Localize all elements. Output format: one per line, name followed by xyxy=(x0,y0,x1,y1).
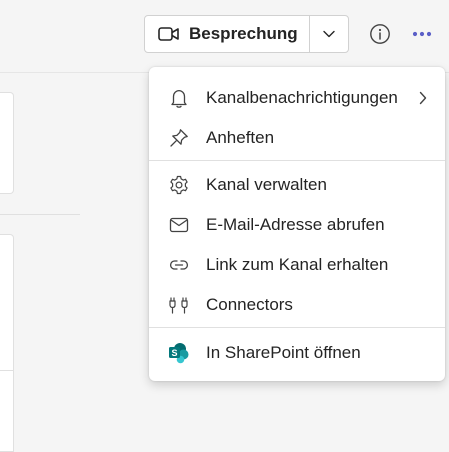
link-icon xyxy=(168,254,190,276)
meeting-split-button: Besprechung xyxy=(144,15,349,53)
menu-item-pin[interactable]: Anheften xyxy=(149,119,445,157)
menu-item-label: Anheften xyxy=(206,128,275,147)
sharepoint-icon: S xyxy=(168,342,190,364)
menu-item-manage-channel[interactable]: Kanal verwalten xyxy=(149,166,445,204)
menu-separator xyxy=(149,160,445,161)
svg-text:S: S xyxy=(171,348,177,358)
menu-item-label: Kanalbenachrichtigungen xyxy=(206,88,398,107)
menu-item-get-link[interactable]: Link zum Kanal erhalten xyxy=(149,246,445,284)
mail-icon xyxy=(168,214,190,236)
message-card xyxy=(0,370,14,452)
menu-item-connectors[interactable]: Connectors xyxy=(149,286,445,324)
menu-item-channel-notifications[interactable]: Kanalbenachrichtigungen xyxy=(149,79,445,117)
meet-options-button[interactable] xyxy=(310,16,348,52)
menu-item-label: E-Mail-Adresse abrufen xyxy=(206,215,385,234)
channel-info-button[interactable] xyxy=(368,22,392,46)
menu-item-get-email[interactable]: E-Mail-Adresse abrufen xyxy=(149,206,445,244)
menu-item-open-sharepoint[interactable]: S In SharePoint öffnen xyxy=(149,334,445,372)
more-horizontal-icon xyxy=(412,31,432,37)
content-divider xyxy=(0,214,80,215)
menu-item-label: In SharePoint öffnen xyxy=(206,343,361,362)
info-icon xyxy=(370,24,390,44)
message-card xyxy=(0,234,14,372)
menu-item-label: Kanal verwalten xyxy=(206,175,327,194)
meet-button-label: Besprechung xyxy=(189,24,298,43)
channel-options-menu: Kanalbenachrichtigungen Anheften Kanal v… xyxy=(149,67,445,381)
more-options-button[interactable] xyxy=(409,22,435,46)
message-card xyxy=(0,92,14,194)
menu-item-label: Connectors xyxy=(206,295,293,314)
video-camera-icon xyxy=(158,27,179,41)
gear-icon xyxy=(168,174,190,196)
bell-icon xyxy=(168,87,190,109)
chevron-right-icon xyxy=(417,91,429,105)
pin-icon xyxy=(168,127,190,149)
menu-separator xyxy=(149,327,445,328)
meet-button[interactable]: Besprechung xyxy=(145,16,309,52)
menu-item-label: Link zum Kanal erhalten xyxy=(206,255,389,274)
chevron-down-icon xyxy=(323,30,335,38)
plug-icon xyxy=(168,294,190,316)
